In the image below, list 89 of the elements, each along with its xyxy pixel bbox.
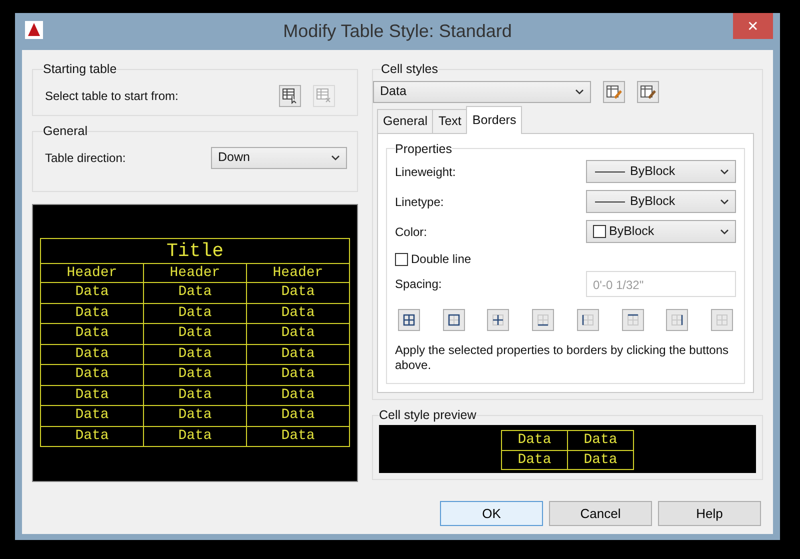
preview-header: Header	[144, 264, 246, 282]
preview-cell: Data	[246, 426, 350, 446]
preview-cell: Data	[40, 426, 144, 446]
line-sample-icon	[593, 168, 627, 175]
top-borders-button[interactable]	[622, 309, 644, 332]
preview-cell: Data	[40, 344, 144, 364]
caret-icon	[331, 154, 340, 161]
preview-cell: Data	[144, 364, 246, 385]
table-brush-icon	[606, 84, 622, 100]
preview-cell: Data	[246, 344, 350, 364]
border-grid-icon	[446, 312, 462, 328]
preview-cell: Data	[144, 282, 246, 303]
preview-cell: Data	[144, 426, 246, 446]
all-borders-button[interactable]	[398, 309, 420, 332]
dropdown-value: ByBlock	[630, 193, 676, 210]
outside-borders-button[interactable]	[442, 309, 465, 332]
border-grid-icon	[580, 312, 596, 328]
field-label: Color:	[395, 224, 428, 241]
line-dropdown[interactable]: ByBlock	[586, 190, 736, 214]
caret-icon	[720, 168, 729, 175]
preview-cell: Data	[144, 344, 246, 364]
new-style-button[interactable]	[603, 80, 625, 103]
tab[interactable]: General	[377, 108, 434, 132]
preview-cell: Data	[246, 282, 350, 303]
checkbox[interactable]	[395, 252, 408, 266]
dialog-button[interactable]: OK	[440, 501, 543, 526]
preview-cell: Data	[568, 450, 634, 470]
color-dropdown[interactable]: ByBlock	[586, 220, 736, 244]
caret-icon	[720, 198, 729, 205]
manage-styles-button[interactable]	[637, 80, 659, 103]
close-button[interactable]: ✕	[733, 13, 773, 39]
app-icon	[25, 21, 43, 39]
preview-cell: Data	[144, 406, 246, 426]
border-grid-icon	[669, 312, 686, 328]
preview-cell: Data	[40, 282, 144, 303]
dropdown-value: ByBlock	[609, 223, 654, 240]
preview-cell: Data	[246, 364, 350, 385]
table-icon	[316, 88, 332, 104]
dialog-button[interactable]: Help	[658, 501, 761, 526]
right-borders-button[interactable]	[666, 309, 688, 332]
preview-header: Header	[40, 264, 144, 282]
dropdown-value: ByBlock	[630, 163, 676, 180]
color-swatch	[593, 225, 606, 238]
preview-cell: Data	[144, 303, 246, 324]
caret-icon	[720, 228, 729, 235]
inside-borders-button[interactable]	[487, 309, 510, 332]
field-label: Select table to start from:	[45, 88, 178, 105]
caret-icon	[575, 88, 584, 95]
field-label: Linetype:	[395, 194, 444, 211]
preview-cell: Data	[246, 303, 350, 324]
border-grid-icon	[714, 312, 730, 328]
tab[interactable]: Borders	[466, 106, 522, 134]
dropdown-value: Down	[218, 149, 250, 166]
preview-cell: Data	[502, 430, 568, 450]
select-table-button[interactable]	[279, 84, 301, 107]
preview-cell: Data	[40, 385, 144, 406]
preview-title: Title	[40, 238, 350, 264]
bottom-borders-button[interactable]	[532, 309, 554, 332]
border-grid-icon	[624, 312, 641, 328]
preview-cell: Data	[40, 303, 144, 324]
preview-cell: Data	[144, 385, 246, 406]
dropdown-value: Data	[380, 83, 406, 100]
border-grid-icon	[490, 312, 506, 328]
field-label: Table direction:	[45, 150, 126, 167]
preview-cell: Data	[568, 430, 634, 450]
preview-cell: Data	[40, 324, 144, 344]
table-icon	[282, 88, 298, 104]
window-title: Modify Table Style: Standard	[283, 20, 512, 43]
cell-style-dropdown[interactable]: Data	[373, 80, 591, 103]
preview-cell: Data	[246, 385, 350, 406]
dialog-button[interactable]: Cancel	[549, 501, 652, 526]
field-label: Spacing:	[395, 276, 442, 294]
preview-cell: Data	[40, 406, 144, 426]
preview-cell: Data	[144, 324, 246, 344]
table-direction-dropdown[interactable]: Down	[211, 146, 347, 169]
border-grid-icon	[401, 312, 417, 328]
preview-cell: Data	[246, 406, 350, 426]
table-brush-icon	[640, 84, 656, 100]
left-borders-button[interactable]	[576, 309, 599, 332]
border-grid-icon	[535, 312, 552, 328]
checkbox-label: Double line	[411, 251, 472, 268]
preview-header: Header	[246, 264, 350, 282]
preview-cell: Data	[40, 364, 144, 385]
line-sample-icon	[593, 198, 627, 205]
line-dropdown[interactable]: ByBlock	[586, 160, 736, 184]
preview-cell: Data	[246, 324, 350, 344]
field-label: Lineweight:	[395, 164, 456, 181]
preview-cell: Data	[502, 450, 568, 470]
instruction-text: Apply the selected properties to borders by clicking the buttons above.	[395, 343, 730, 374]
